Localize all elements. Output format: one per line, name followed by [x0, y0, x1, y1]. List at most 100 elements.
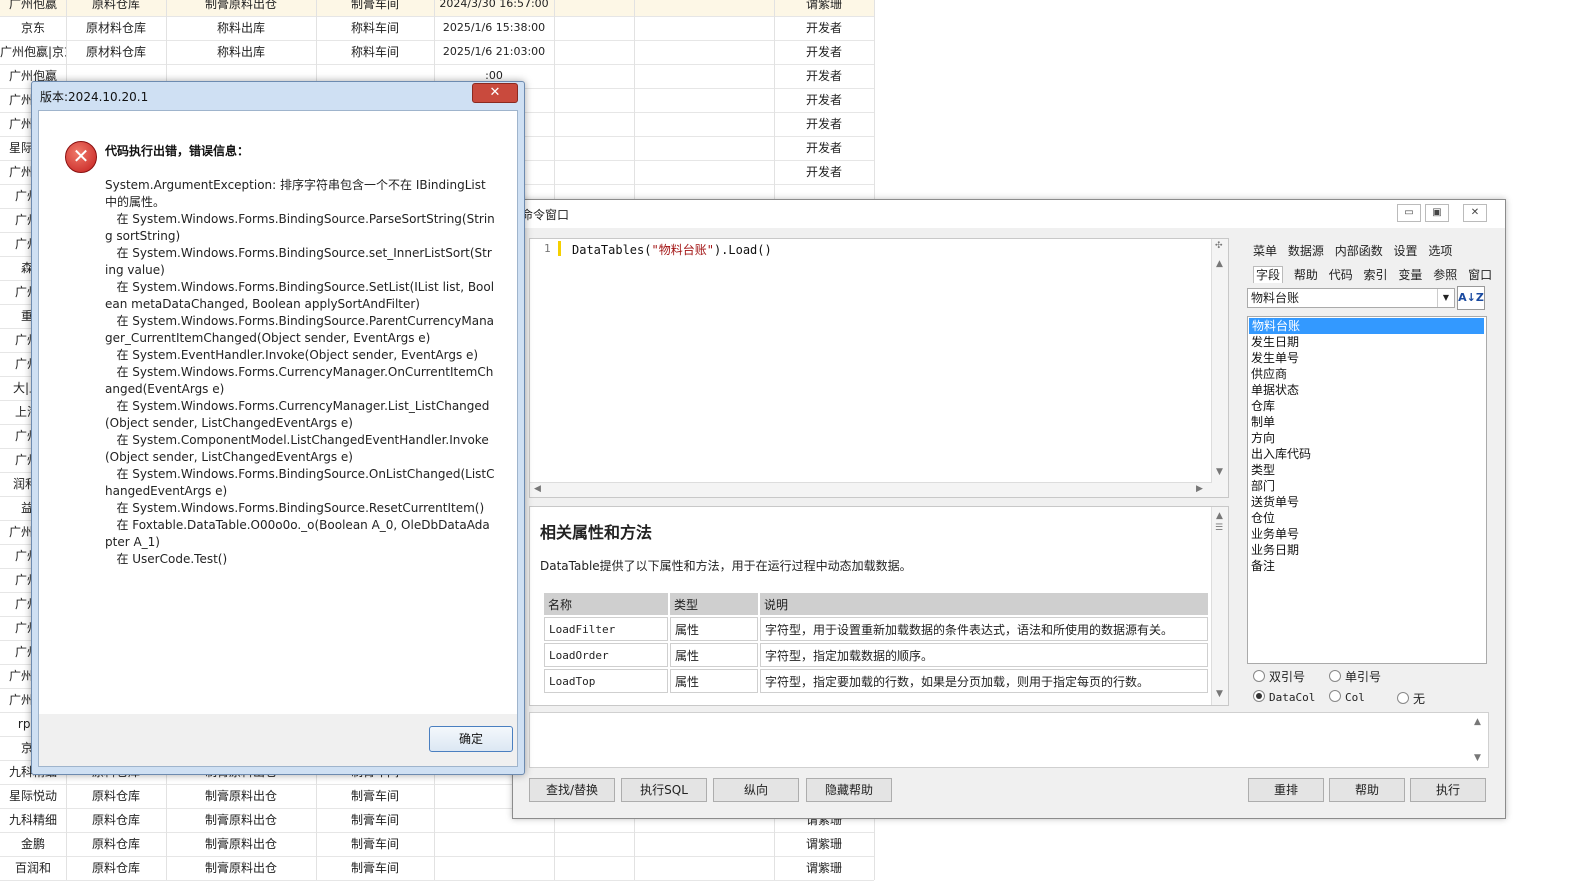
table-cell[interactable]: 制膏原料出仓	[166, 832, 317, 856]
execute-sql-button[interactable]: 执行SQL	[621, 778, 707, 802]
list-item[interactable]: 备注	[1248, 558, 1486, 574]
table-cell[interactable]: 谓紫珊	[774, 832, 875, 856]
tab-variables[interactable]: 变量	[1398, 268, 1422, 282]
table-cell[interactable]	[554, 160, 635, 184]
table-cell[interactable]: 制膏车间	[316, 808, 435, 832]
menu-item-datasource[interactable]: 数据源	[1288, 244, 1324, 258]
table-cell[interactable]: 原材料仓库	[66, 40, 167, 64]
table-cell[interactable]: 开发者	[774, 64, 875, 88]
list-item[interactable]: 制单	[1248, 414, 1486, 430]
table-cell[interactable]	[434, 856, 555, 880]
split-handle-icon[interactable]: ☰	[1215, 523, 1223, 533]
table-cell[interactable]	[554, 112, 635, 136]
table-cell[interactable]: 九科精细	[0, 808, 67, 832]
table-cell[interactable]: 星际悦动	[0, 784, 67, 808]
scroll-left-icon[interactable]: ◀	[534, 484, 541, 494]
scroll-up-icon[interactable]: ▲	[1216, 511, 1223, 521]
list-item[interactable]: 单据状态	[1248, 382, 1486, 398]
table-cell[interactable]: 2024/3/30 16:57:00	[434, 0, 555, 16]
table-row[interactable]: 广州佨嬴 原料仓库 制膏原料出仓 制膏车间 2024/3/30 16:57:00 谓紫珊	[0, 0, 875, 17]
menu-item-settings[interactable]: 设置	[1394, 244, 1418, 258]
table-cell[interactable]: 原料仓库	[66, 856, 167, 880]
scroll-down-icon[interactable]: ▼	[1474, 753, 1481, 763]
table-cell[interactable]	[554, 40, 635, 64]
table-cell[interactable]: 称料车间	[316, 16, 435, 40]
chevron-down-icon[interactable]: ▼	[1437, 289, 1454, 307]
table-cell[interactable]: 开发者	[774, 136, 875, 160]
tab-fields[interactable]: 字段	[1253, 266, 1284, 283]
minimize-button[interactable]: ▭	[1397, 204, 1421, 222]
tab-reference[interactable]: 参照	[1433, 268, 1457, 282]
table-cell[interactable]: 制膏原料出仓	[166, 0, 317, 16]
tab-help[interactable]: 帮助	[1294, 268, 1318, 282]
list-item[interactable]: 物料台账	[1249, 318, 1484, 334]
help-button[interactable]: 帮助	[1329, 778, 1405, 802]
command-window-titlebar[interactable]: 命令窗口 ▭ ▣ ✕	[513, 200, 1505, 228]
table-row[interactable]: 广州佨嬴|京东原材料仓库称料出库称料车间2025/1/6 21:03:00 开发者	[0, 40, 875, 65]
table-cell[interactable]: 开发者	[774, 88, 875, 112]
restore-button[interactable]: ▣	[1425, 204, 1449, 222]
table-cell[interactable]	[634, 0, 775, 16]
table-cell[interactable]	[554, 832, 635, 856]
scroll-right-icon[interactable]: ▶	[1196, 484, 1203, 494]
table-row[interactable]: 金鹏 原料仓库 制膏原料出仓 制膏车间 谓紫珊	[0, 832, 875, 857]
list-item[interactable]: 仓库	[1248, 398, 1486, 414]
radio-none[interactable]: 无	[1397, 690, 1425, 707]
radio-datacol[interactable]: DataCol	[1253, 690, 1315, 704]
menu-item-menu[interactable]: 菜单	[1253, 244, 1277, 258]
table-cell[interactable]: 制膏车间	[316, 0, 435, 16]
table-cell[interactable]: 京东	[0, 16, 67, 40]
tab-window[interactable]: 窗口	[1468, 268, 1492, 282]
radio-double-quote[interactable]: 双引号	[1253, 668, 1305, 685]
list-item[interactable]: 业务单号	[1248, 526, 1486, 542]
table-cell[interactable]: 谓紫珊	[774, 856, 875, 880]
table-cell[interactable]	[634, 160, 775, 184]
editor-horizontal-scrollbar[interactable]: ◀ ▶	[530, 482, 1212, 497]
tab-code[interactable]: 代码	[1329, 268, 1353, 282]
table-cell[interactable]: 原料仓库	[66, 808, 167, 832]
help-vertical-scrollbar[interactable]: ▲ ☰ ▼	[1211, 507, 1228, 705]
table-cell[interactable]	[634, 16, 775, 40]
table-cell[interactable]	[554, 0, 635, 16]
list-item[interactable]: 发生单号	[1248, 350, 1486, 366]
radio-single-quote[interactable]: 单引号	[1329, 668, 1381, 685]
list-item[interactable]: 部门	[1248, 478, 1486, 494]
tab-index[interactable]: 索引	[1364, 268, 1388, 282]
table-cell[interactable]	[634, 88, 775, 112]
table-cell[interactable]	[434, 832, 555, 856]
list-item[interactable]: 方向	[1248, 430, 1486, 446]
table-cell[interactable]: 称料车间	[316, 40, 435, 64]
table-cell[interactable]: 原料仓库	[66, 832, 167, 856]
table-cell[interactable]: 2025/1/6 21:03:00	[434, 40, 555, 64]
table-cell[interactable]: 2025/1/6 15:38:00	[434, 16, 555, 40]
close-button[interactable]: ✕	[1463, 204, 1487, 222]
table-cell[interactable]: 制膏车间	[316, 856, 435, 880]
table-cell[interactable]: 金鹏	[0, 832, 67, 856]
code-line[interactable]: DataTables("物料台账").Load()	[572, 241, 772, 258]
rearrange-button[interactable]: 重排	[1248, 778, 1324, 802]
menu-item-options[interactable]: 选项	[1428, 244, 1452, 258]
table-cell[interactable]	[634, 112, 775, 136]
table-cell[interactable]	[634, 136, 775, 160]
execute-button[interactable]: 执行	[1410, 778, 1486, 802]
table-row[interactable]: 京东 原材料仓库 称料出库 称料车间 2025/1/6 15:38:00 开发者	[0, 16, 875, 41]
table-cell[interactable]: 谓紫珊	[774, 0, 875, 16]
editor-vertical-scrollbar[interactable]: ✣ ▲ ▼	[1211, 239, 1228, 497]
ok-button[interactable]: 确定	[429, 726, 513, 752]
field-list[interactable]: 物料台账 发生日期 发生单号 供应商 单据状态 仓库 制单 方向 出入库代码 类型 部门 送货单号 仓位…	[1247, 316, 1487, 664]
list-item[interactable]: 发生日期	[1248, 334, 1486, 350]
list-item[interactable]: 供应商	[1248, 366, 1486, 382]
table-cell[interactable]: 称料出库	[166, 16, 317, 40]
table-cell[interactable]: 称料出库	[166, 40, 317, 64]
table-cell[interactable]: 制膏原料出仓	[166, 784, 317, 808]
table-cell[interactable]	[634, 40, 775, 64]
table-cell[interactable]: 制膏原料出仓	[166, 808, 317, 832]
scroll-down-icon[interactable]: ▼	[1216, 467, 1223, 477]
hide-help-button[interactable]: 隐藏帮助	[806, 778, 892, 802]
find-replace-button[interactable]: 查找/替换	[529, 778, 615, 802]
code-editor[interactable]: 1 DataTables("物料台账").Load() ✣ ▲ ▼ ◀ ▶	[529, 238, 1229, 498]
table-cell[interactable]: 广州佨嬴	[0, 0, 67, 16]
table-cell[interactable]: 原料仓库	[66, 0, 167, 16]
dialog-close-button[interactable]: ✕	[472, 83, 518, 103]
table-cell[interactable]: 制膏车间	[316, 832, 435, 856]
